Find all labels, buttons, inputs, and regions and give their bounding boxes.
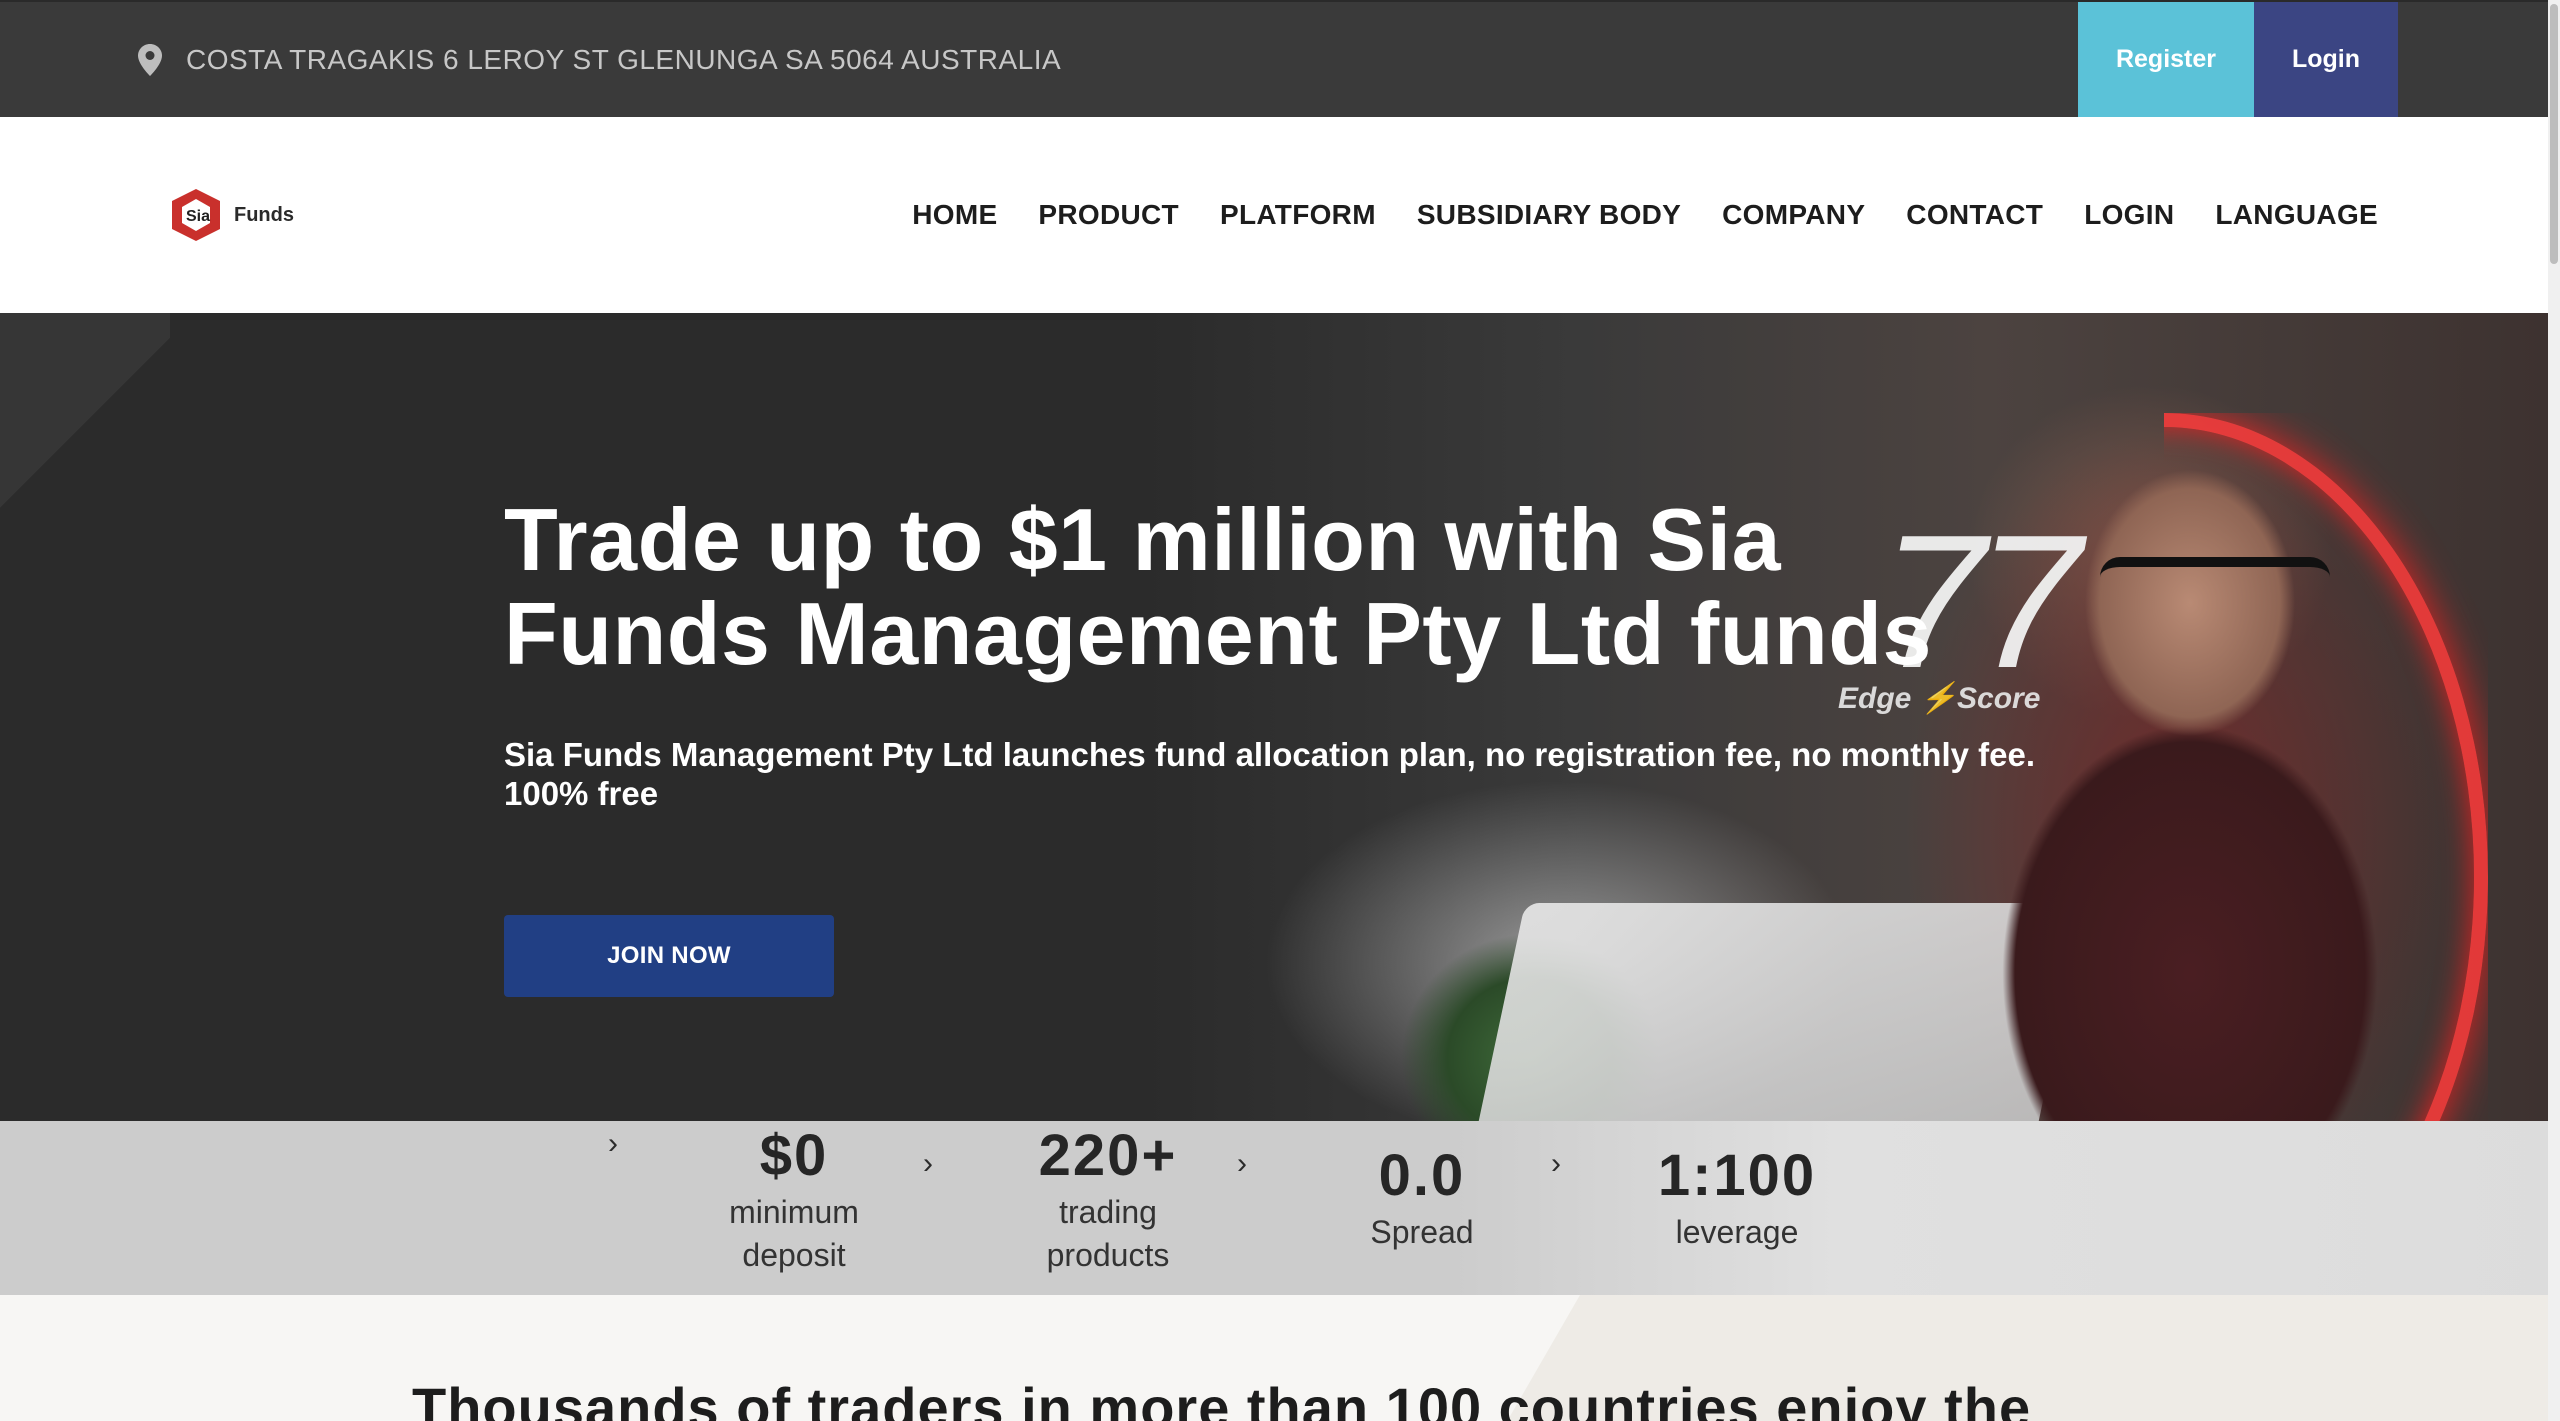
stat-minimum-deposit: $0 minimum deposit <box>664 1121 924 1277</box>
nav-item-company[interactable]: COMPANY <box>1722 199 1865 231</box>
stat-leverage: 1:100 leverage <box>1607 1141 1867 1254</box>
hero-banner: 77 Edge ⚡Score Trade up to $1 million wi… <box>0 313 2548 1121</box>
join-now-button[interactable]: JOIN NOW <box>504 915 834 997</box>
nav-menu: HOME PRODUCT PLATFORM SUBSIDIARY BODY CO… <box>912 117 2378 313</box>
nav-item-login[interactable]: LOGIN <box>2084 199 2174 231</box>
logo-mark-text: Sia <box>186 208 210 225</box>
location-pin-icon <box>138 44 162 76</box>
nav-item-subsidiary-body[interactable]: SUBSIDIARY BODY <box>1417 199 1681 231</box>
address-block: COSTA TRAGAKIS 6 LEROY ST GLENUNGA SA 50… <box>138 40 1061 80</box>
scrollbar-thumb[interactable] <box>2550 4 2558 264</box>
stat-label-line-2: deposit <box>742 1237 846 1273</box>
sia-logo-icon: Sia <box>172 189 220 241</box>
stats-strip: › › › › $0 minimum deposit 220+ trading … <box>0 1121 2548 1295</box>
main-navbar: Sia Funds HOME PRODUCT PLATFORM SUBSIDIA… <box>0 117 2548 313</box>
login-button[interactable]: Login <box>2254 2 2398 117</box>
stat-spread: 0.0 Spread <box>1292 1141 1552 1254</box>
stat-value: 220+ <box>1038 1123 1178 1188</box>
stat-label-line-2: products <box>1046 1237 1170 1273</box>
hero-decorative-triangle <box>0 313 170 533</box>
section-title: Thousands of traders in more than 100 co… <box>412 1376 2032 1421</box>
nav-item-product[interactable]: PRODUCT <box>1038 199 1179 231</box>
hero-title-line-1: Trade up to $1 million with Sia <box>504 490 1782 589</box>
stat-trading-products: 220+ trading products <box>978 1121 1238 1277</box>
hero-title-line-2: Funds Management Pty Ltd funds <box>504 584 1932 683</box>
hero-subtitle-line-1: Sia Funds Management Pty Ltd launches fu… <box>504 736 2036 773</box>
page-scrollbar[interactable] <box>2548 0 2560 1421</box>
nav-item-contact[interactable]: CONTACT <box>1906 199 2043 231</box>
stat-value: 1:100 <box>1657 1143 1817 1208</box>
hero-glasses-shape <box>2100 557 2330 625</box>
stat-value: $0 <box>759 1123 829 1188</box>
nav-item-platform[interactable]: PLATFORM <box>1220 199 1376 231</box>
logo-text: Funds <box>234 203 294 226</box>
stat-label-line-1: Spread <box>1370 1214 1474 1250</box>
traders-section: Thousands of traders in more than 100 co… <box>0 1295 2548 1421</box>
hero-subtitle: Sia Funds Management Pty Ltd launches fu… <box>504 735 2064 813</box>
stat-label-line-1: minimum <box>729 1194 859 1230</box>
register-button[interactable]: Register <box>2078 2 2254 117</box>
top-info-bar: COSTA TRAGAKIS 6 LEROY ST GLENUNGA SA 50… <box>0 0 2548 117</box>
stat-label-line-1: leverage <box>1675 1214 1799 1250</box>
nav-item-language[interactable]: LANGUAGE <box>2215 199 2378 231</box>
hero-subtitle-line-2: 100% free <box>504 775 659 812</box>
stat-label-line-1: trading <box>1059 1194 1157 1230</box>
chevron-right-icon[interactable]: › <box>608 1127 618 1161</box>
nav-item-home[interactable]: HOME <box>912 199 997 231</box>
chevron-right-icon[interactable]: › <box>1237 1147 1247 1181</box>
edge-score-label: Edge ⚡Score <box>1838 682 2041 715</box>
site-logo[interactable]: Sia Funds <box>168 187 294 243</box>
hero-title: Trade up to $1 million with Sia Funds Ma… <box>504 493 2104 681</box>
chevron-right-icon[interactable]: › <box>923 1147 933 1181</box>
address-text: COSTA TRAGAKIS 6 LEROY ST GLENUNGA SA 50… <box>186 44 1062 75</box>
stat-value: 0.0 <box>1378 1143 1466 1208</box>
chevron-right-icon[interactable]: › <box>1551 1147 1561 1181</box>
